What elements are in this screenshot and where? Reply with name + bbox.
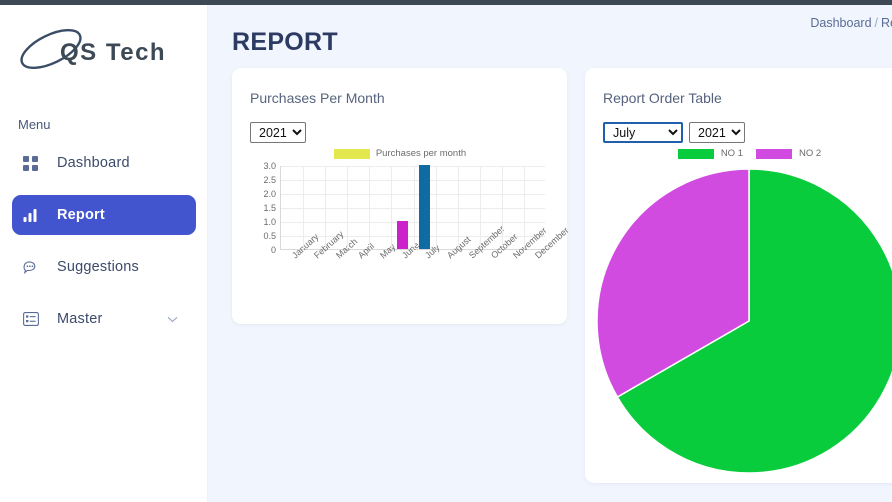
legend-label: NO 1 <box>720 148 743 159</box>
sidebar-item-report[interactable]: Report <box>12 195 196 235</box>
x-axis-tick-label: May <box>378 241 398 261</box>
x-gridline <box>325 166 327 249</box>
bar-card-filters: 2021 <box>250 122 306 143</box>
y-axis-tick-label: 1.5 <box>263 203 276 213</box>
order-pie-chart <box>592 168 892 476</box>
pie-year-select[interactable]: 2021 <box>689 122 745 143</box>
x-gridline <box>369 166 371 249</box>
sidebar-item-master[interactable]: Master <box>12 299 196 339</box>
y-axis-tick-label: 0.5 <box>263 231 276 241</box>
chart-bar[interactable] <box>396 221 409 249</box>
purchases-per-month-card: Purchases Per Month 2021 Purchases per m… <box>232 68 570 324</box>
report-order-table-card: Report Order Table July 2021 NO 1 NO 2 <box>585 68 892 483</box>
page-title: REPORT <box>232 27 338 56</box>
breadcrumb-separator: / <box>874 16 879 30</box>
pie-month-select[interactable]: July <box>603 122 683 143</box>
card-title: Report Order Table <box>603 90 722 106</box>
sidebar-item-label: Suggestions <box>57 259 140 275</box>
purchases-bar-chart: Purchases per month 0 0.5 1.0 1.5 2.0 2.5 3.0 J… <box>242 148 570 313</box>
x-gridline <box>347 166 349 249</box>
chat-bubble-icon <box>23 257 45 277</box>
y-axis-tick-label: 2.0 <box>263 189 276 199</box>
sidebar-item-label: Master <box>57 311 103 327</box>
pie-card-filters: July 2021 <box>603 122 745 143</box>
x-gridline <box>501 166 503 249</box>
y-axis-tick-label: 2.5 <box>263 175 276 185</box>
sidebar-item-label: Report <box>57 207 105 223</box>
breadcrumb-root[interactable]: Dashboard <box>810 16 871 30</box>
x-gridline <box>391 166 393 249</box>
bar-chart-icon <box>23 205 45 225</box>
x-axis-tick-label: April <box>356 240 377 261</box>
sidebar-nav: Dashboard Report Suggestions Master <box>0 143 208 351</box>
list-icon <box>23 309 45 329</box>
sidebar-section-label: Menu <box>18 117 51 132</box>
pie-svg <box>596 168 892 474</box>
legend-swatch <box>756 148 792 159</box>
x-gridline <box>523 166 525 249</box>
chevron-down-icon[interactable] <box>167 310 178 328</box>
chart-legend: Purchases per month <box>242 148 558 159</box>
brand-logo[interactable]: QS Tech <box>14 27 194 83</box>
x-gridline <box>413 166 415 249</box>
breadcrumb: Dashboard/Re <box>810 16 892 30</box>
x-gridline <box>457 166 459 249</box>
sidebar-item-dashboard[interactable]: Dashboard <box>12 143 196 183</box>
main-content: REPORT Dashboard/Re Purchases Per Month … <box>208 5 892 502</box>
app-root: QS Tech Menu Dashboard Report Suggestion… <box>0 0 892 502</box>
breadcrumb-current: Re <box>881 16 892 30</box>
legend-swatch <box>333 148 370 159</box>
y-axis-tick-label: 3.0 <box>263 161 276 171</box>
x-gridline <box>303 166 305 249</box>
legend-swatch <box>677 148 714 159</box>
sidebar: QS Tech Menu Dashboard Report Suggestion… <box>0 5 208 502</box>
bar-year-select[interactable]: 2021 <box>250 122 306 143</box>
brand-name: QS Tech <box>60 39 167 66</box>
sidebar-item-label: Dashboard <box>57 155 130 171</box>
grid-icon <box>23 153 45 173</box>
x-gridline <box>479 166 481 249</box>
x-gridline <box>435 166 437 249</box>
legend-label: NO 2 <box>799 148 822 159</box>
chart-plot-area: 0 0.5 1.0 1.5 2.0 2.5 3.0 January February March A… <box>263 161 570 260</box>
chart-bar[interactable] <box>418 165 431 249</box>
y-axis-tick-label: 1.0 <box>263 217 276 227</box>
legend-label: Purchases per month <box>375 148 467 159</box>
pie-legend: NO 1 NO 2 <box>585 148 892 159</box>
sidebar-item-suggestions[interactable]: Suggestions <box>12 247 196 287</box>
card-title: Purchases Per Month <box>250 90 385 106</box>
y-axis-tick-label: 0 <box>270 245 276 255</box>
